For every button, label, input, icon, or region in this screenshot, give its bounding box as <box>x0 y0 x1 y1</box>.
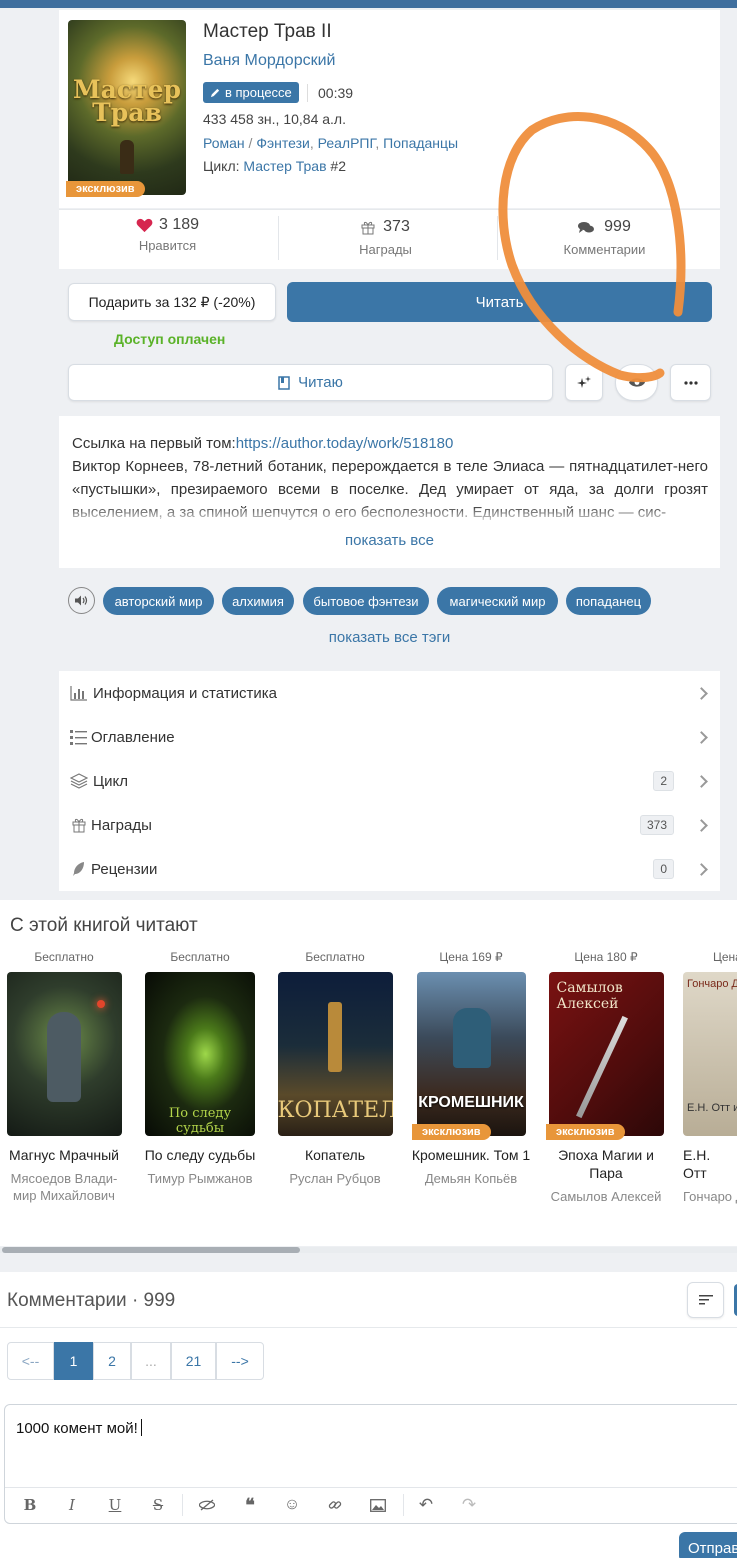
annotation-stroke <box>498 111 686 383</box>
freehand-annotation <box>498 111 686 383</box>
